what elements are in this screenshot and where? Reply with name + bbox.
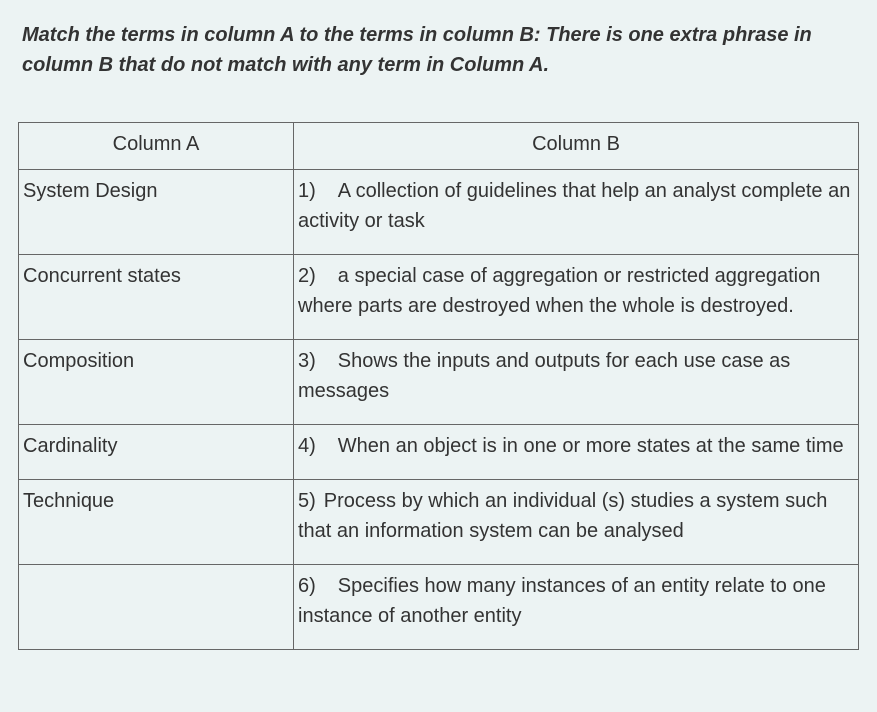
row-number: 1) bbox=[298, 176, 316, 206]
table-row: 6)Specifies how many instances of an ent… bbox=[19, 565, 859, 650]
term-cell: Cardinality bbox=[19, 425, 294, 480]
header-column-b: Column B bbox=[294, 123, 859, 170]
row-number: 3) bbox=[298, 346, 316, 376]
question-instructions: Match the terms in column A to the terms… bbox=[18, 20, 859, 80]
term-cell: Composition bbox=[19, 340, 294, 425]
row-number: 4) bbox=[298, 431, 316, 461]
term-cell: Concurrent states bbox=[19, 255, 294, 340]
table-row: System Design 1)A collection of guidelin… bbox=[19, 170, 859, 255]
definition-cell: 1)A collection of guidelines that help a… bbox=[294, 170, 859, 255]
matching-table: Column A Column B System Design 1)A coll… bbox=[18, 122, 859, 650]
row-number: 6) bbox=[298, 571, 316, 601]
definition-text: Shows the inputs and outputs for each us… bbox=[298, 350, 790, 402]
term-cell bbox=[19, 565, 294, 650]
definition-text: Process by which an individual (s) studi… bbox=[298, 490, 827, 542]
term-cell: Technique bbox=[19, 480, 294, 565]
definition-cell: 3)Shows the inputs and outputs for each … bbox=[294, 340, 859, 425]
term-cell: System Design bbox=[19, 170, 294, 255]
definition-cell: 6)Specifies how many instances of an ent… bbox=[294, 565, 859, 650]
definition-cell: 5)Process by which an individual (s) stu… bbox=[294, 480, 859, 565]
table-row: Concurrent states 2)a special case of ag… bbox=[19, 255, 859, 340]
definition-text: a special case of aggregation or restric… bbox=[298, 265, 820, 317]
definition-text: Specifies how many instances of an entit… bbox=[298, 575, 826, 627]
definition-cell: 2)a special case of aggregation or restr… bbox=[294, 255, 859, 340]
definition-text: When an object is in one or more states … bbox=[338, 435, 844, 457]
row-number: 5) bbox=[298, 486, 316, 516]
definition-text: A collection of guidelines that help an … bbox=[298, 180, 850, 232]
table-row: Composition 3)Shows the inputs and outpu… bbox=[19, 340, 859, 425]
table-row: Technique 5)Process by which an individu… bbox=[19, 480, 859, 565]
table-row: Cardinality 4) When an object is in one o… bbox=[19, 425, 859, 480]
definition-cell: 4) When an object is in one or more state… bbox=[294, 425, 859, 480]
header-column-a: Column A bbox=[19, 123, 294, 170]
row-number: 2) bbox=[298, 261, 316, 291]
